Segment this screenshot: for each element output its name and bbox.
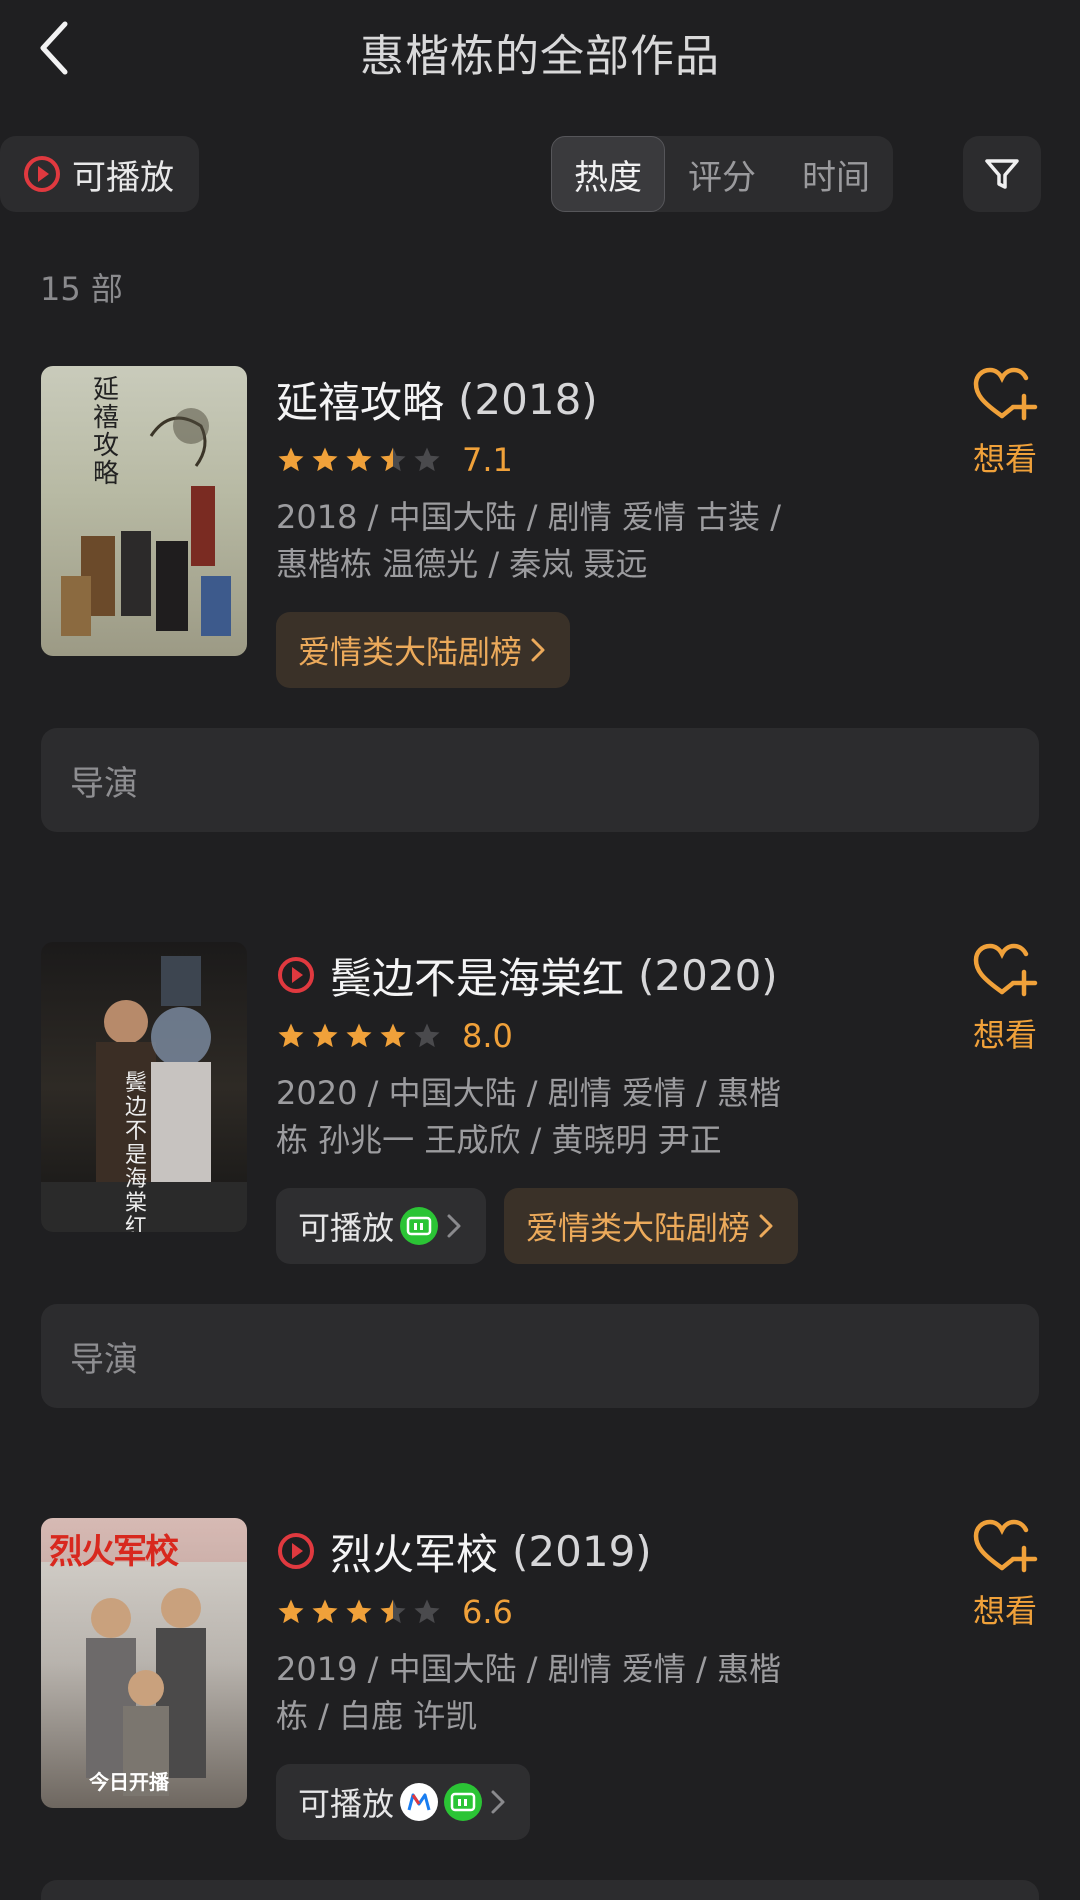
rank-chip-label: 爱情类大陆剧榜	[298, 633, 523, 671]
meta-line: 栋 / 白鹿 许凯	[276, 1697, 478, 1735]
star-half-icon	[380, 447, 406, 472]
poster-title: 延禧攻略	[93, 375, 120, 489]
filter-funnel-icon	[985, 159, 1019, 189]
work-title[interactable]: 烈火军校	[330, 1521, 498, 1582]
want-to-watch-button[interactable]: 想看	[960, 366, 1050, 480]
director-label: 导演	[70, 763, 138, 804]
works-count: 15 部	[40, 270, 123, 308]
tab-rating[interactable]: 评分	[665, 136, 779, 212]
want-to-watch-button[interactable]: 想看	[960, 1518, 1050, 1632]
director-section[interactable]	[41, 1880, 1039, 1900]
work-info: 烈火军校 (2019) 6.6 2019 / 中国大陆 / 剧情 爱情 / 惠楷…	[276, 1518, 836, 1840]
work-meta: 2020 / 中国大陆 / 剧情 爱情 / 惠楷 栋 孙兆一 王成欣 / 黄晓明…	[276, 1070, 836, 1164]
work-info: 鬓边不是海棠红 (2020) 8.0 2020 / 中国大陆 / 剧情 爱情 /…	[276, 942, 836, 1264]
rating-score: 6.6	[462, 1593, 513, 1631]
star-empty-icon	[414, 1023, 440, 1048]
rating-score: 8.0	[462, 1017, 513, 1055]
heart-plus-icon	[973, 367, 1038, 421]
tab-popularity[interactable]: 热度	[551, 136, 665, 212]
rating-score: 7.1	[462, 441, 513, 479]
play-circle-icon	[278, 1533, 314, 1569]
meta-line: 2020 / 中国大陆 / 剧情 爱情 / 惠楷	[276, 1074, 781, 1112]
heart-plus-icon	[973, 943, 1038, 997]
want-to-watch-button[interactable]: 想看	[960, 942, 1050, 1056]
meta-line: 惠楷栋 温德光 / 秦岚 聂远	[276, 545, 648, 583]
star-icon	[312, 447, 338, 472]
work-card[interactable]: 延禧攻略 延禧攻略 (2018) 7.1 2018 / 中国大陆 / 剧情 爱情…	[0, 366, 1080, 836]
tab-time[interactable]: 时间	[779, 136, 893, 212]
work-card[interactable]: 鬓边不是海棠红 鬓边不是海棠红 (2020) 8.0 2020 / 中国大陆 /…	[0, 942, 1080, 1412]
work-year: (2019)	[512, 1526, 652, 1576]
want-to-watch-label: 想看	[972, 440, 1037, 478]
star-rating	[276, 1021, 442, 1051]
work-card[interactable]: 烈火军校 今日开播 烈火军校 (2019) 6.6 2019 / 中国大陆 / …	[0, 1518, 1080, 1900]
star-icon	[312, 1599, 338, 1624]
star-rating	[276, 1597, 442, 1627]
rank-chip[interactable]: 爱情类大陆剧榜	[276, 612, 571, 688]
meta-line: 栋 孙兆一 王成欣 / 黄晓明 尹正	[276, 1121, 722, 1159]
heart-plus-icon	[973, 1519, 1038, 1573]
rank-chip-label: 爱情类大陆剧榜	[526, 1209, 751, 1247]
play-circle-icon	[24, 156, 60, 192]
poster-title: 鬓边不是海棠红	[125, 1071, 148, 1233]
star-rating	[276, 445, 442, 475]
work-year: (2018)	[458, 374, 598, 424]
mgtv-logo-icon	[400, 1783, 439, 1821]
play-chip[interactable]: 可播放	[276, 1764, 531, 1840]
filter-button[interactable]	[963, 136, 1041, 212]
want-to-watch-label: 想看	[972, 1016, 1037, 1054]
chevron-right-icon	[447, 1214, 461, 1238]
work-year: (2020)	[638, 950, 778, 1000]
rating-row: 6.6	[276, 1584, 836, 1640]
poster-image[interactable]: 鬓边不是海棠红	[41, 942, 247, 1232]
star-icon	[346, 447, 372, 472]
iqiyi-logo-icon	[444, 1783, 483, 1821]
director-section[interactable]: 导演	[41, 728, 1039, 832]
work-meta: 2018 / 中国大陆 / 剧情 爱情 古装 / 惠楷栋 温德光 / 秦岚 聂远	[276, 494, 836, 588]
play-chip-label: 可播放	[298, 1785, 395, 1823]
play-chip[interactable]: 可播放	[276, 1188, 487, 1264]
work-info: 延禧攻略 (2018) 7.1 2018 / 中国大陆 / 剧情 爱情 古装 /…	[276, 366, 836, 688]
poster-image[interactable]: 烈火军校 今日开播	[41, 1518, 247, 1808]
star-icon	[346, 1023, 372, 1048]
chevron-right-icon	[491, 1790, 505, 1814]
play-chip-label: 可播放	[298, 1209, 395, 1247]
star-empty-icon	[414, 447, 440, 472]
work-title[interactable]: 延禧攻略	[276, 369, 444, 430]
star-half-icon	[380, 1599, 406, 1624]
poster-badge: 今日开播	[89, 1770, 169, 1794]
rating-row: 7.1	[276, 432, 836, 488]
want-to-watch-label: 想看	[972, 1592, 1037, 1630]
chip-row: 可播放	[276, 1764, 836, 1840]
star-icon	[278, 1023, 304, 1048]
poster-illustration	[61, 408, 231, 636]
iqiyi-logo-icon	[400, 1207, 439, 1245]
director-section[interactable]: 导演	[41, 1304, 1039, 1408]
star-icon	[380, 1023, 406, 1048]
star-icon	[312, 1023, 338, 1048]
work-title[interactable]: 鬓边不是海棠红	[330, 945, 624, 1006]
rating-row: 8.0	[276, 1008, 836, 1064]
chip-row: 爱情类大陆剧榜	[276, 612, 836, 688]
star-icon	[278, 447, 304, 472]
chip-row: 可播放 爱情类大陆剧榜	[276, 1188, 836, 1264]
chevron-right-icon	[531, 638, 545, 662]
play-circle-icon	[278, 957, 314, 993]
director-label: 导演	[70, 1339, 138, 1380]
star-icon	[346, 1599, 372, 1624]
poster-image[interactable]: 延禧攻略	[41, 366, 247, 656]
star-empty-icon	[414, 1599, 440, 1624]
chevron-right-icon	[759, 1214, 773, 1238]
poster-title: 烈火军校	[49, 1532, 179, 1572]
rank-chip[interactable]: 爱情类大陆剧榜	[504, 1188, 799, 1264]
work-meta: 2019 / 中国大陆 / 剧情 爱情 / 惠楷 栋 / 白鹿 许凯	[276, 1646, 836, 1740]
star-icon	[278, 1599, 304, 1624]
page-title: 惠楷栋的全部作品	[360, 31, 720, 82]
playable-filter-label: 可播放	[72, 157, 174, 198]
playable-filter-button[interactable]: 可播放	[0, 136, 199, 212]
sort-tabs: 热度 评分 时间	[551, 136, 893, 212]
header: 惠楷栋的全部作品	[0, 0, 1080, 100]
meta-line: 2018 / 中国大陆 / 剧情 爱情 古装 /	[276, 498, 781, 536]
meta-line: 2019 / 中国大陆 / 剧情 爱情 / 惠楷	[276, 1650, 781, 1688]
